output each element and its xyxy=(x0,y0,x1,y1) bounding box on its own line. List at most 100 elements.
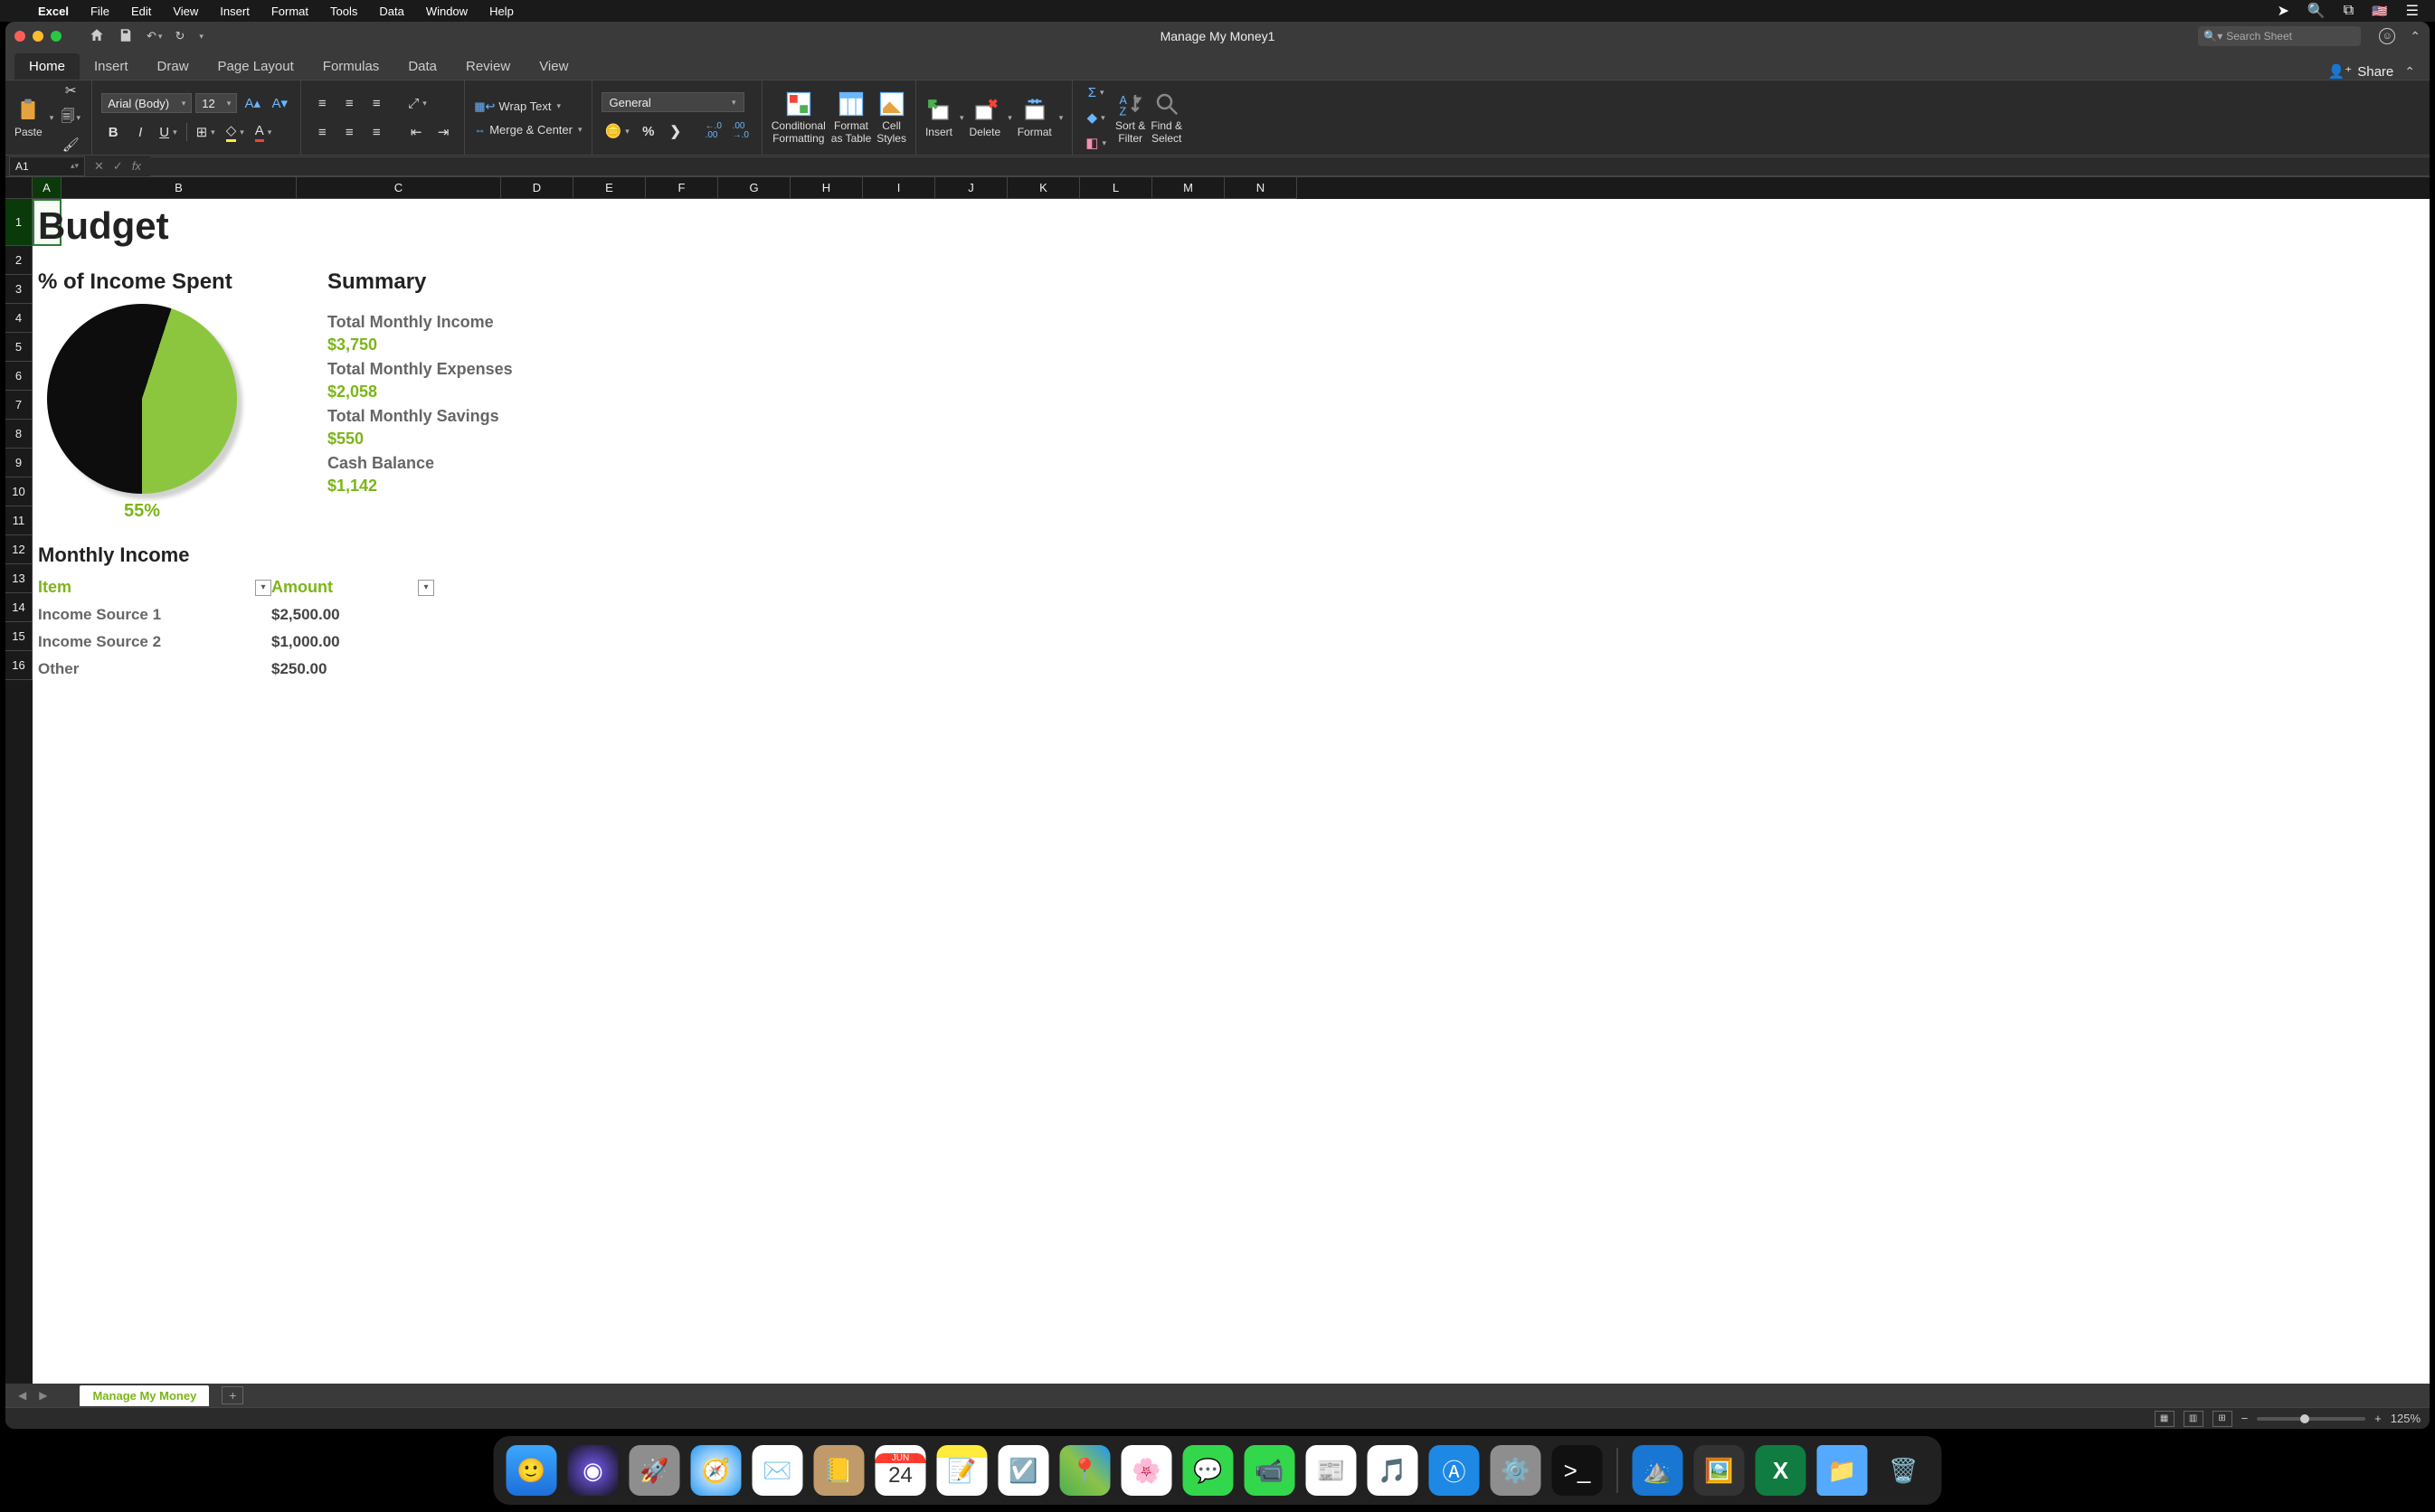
row-header-3[interactable]: 3 xyxy=(5,275,33,304)
percent-format-icon[interactable]: % xyxy=(637,119,660,143)
tab-draw[interactable]: Draw xyxy=(143,53,204,80)
column-header-E[interactable]: E xyxy=(573,177,646,199)
dock-safari-icon[interactable]: 🧭 xyxy=(691,1445,742,1496)
delete-cells-button[interactable]: Delete xyxy=(970,97,1001,138)
dock-trash-icon[interactable]: 🗑️ xyxy=(1879,1445,1929,1496)
align-middle-icon[interactable]: ≡ xyxy=(337,91,361,115)
dock-mail-icon[interactable]: ✉️ xyxy=(753,1445,803,1496)
find-select-button[interactable]: Find & Select xyxy=(1151,90,1182,145)
dock-appstore-icon[interactable]: Ⓐ xyxy=(1429,1445,1480,1496)
clear-icon[interactable]: ◧▾ xyxy=(1082,131,1110,155)
tab-data[interactable]: Data xyxy=(393,53,451,80)
dock-news-icon[interactable]: 📰 xyxy=(1306,1445,1357,1496)
column-header-J[interactable]: J xyxy=(935,177,1008,199)
align-top-icon[interactable]: ≡ xyxy=(310,91,334,115)
sheet-nav-next-icon[interactable]: ▶ xyxy=(35,1389,51,1402)
tab-view[interactable]: View xyxy=(525,53,583,80)
row-header-6[interactable]: 6 xyxy=(5,362,33,391)
format-cells-dropdown[interactable]: ▾ xyxy=(1059,113,1064,123)
copy-icon[interactable]: 🗐▾ xyxy=(59,106,82,129)
increase-indent-icon[interactable]: ⇥ xyxy=(431,120,455,144)
wrap-text-button[interactable]: ▦↩ Wrap Text▾ xyxy=(474,99,582,114)
decrease-indent-icon[interactable]: ⇤ xyxy=(404,120,428,144)
row-header-14[interactable]: 14 xyxy=(5,593,33,622)
sort-filter-button[interactable]: AZ Sort & Filter xyxy=(1115,90,1145,145)
dock-photos-icon[interactable]: 🌸 xyxy=(1122,1445,1172,1496)
row-header-11[interactable]: 11 xyxy=(5,506,33,535)
column-header-K[interactable]: K xyxy=(1008,177,1080,199)
row-header-7[interactable]: 7 xyxy=(5,391,33,420)
menu-data[interactable]: Data xyxy=(379,5,403,18)
format-cells-button[interactable]: Format xyxy=(1018,97,1052,138)
italic-button[interactable]: I xyxy=(128,120,152,144)
fill-icon[interactable]: ◆▾ xyxy=(1082,106,1110,129)
dock-excel-icon[interactable]: X xyxy=(1756,1445,1806,1496)
dock-music-icon[interactable]: 🎵 xyxy=(1368,1445,1418,1496)
column-header-M[interactable]: M xyxy=(1152,177,1225,199)
menu-tools[interactable]: Tools xyxy=(330,5,357,18)
column-header-I[interactable]: I xyxy=(863,177,935,199)
merge-center-button[interactable]: ⇔ Merge & Center▾ xyxy=(474,123,582,137)
zoom-in-button[interactable]: + xyxy=(2374,1412,2382,1425)
pie-chart[interactable] xyxy=(47,304,237,494)
add-sheet-button[interactable]: + xyxy=(222,1386,243,1404)
menubar-app[interactable]: Excel xyxy=(38,5,69,18)
sheet-tab-active[interactable]: Manage My Money xyxy=(80,1385,209,1406)
view-page-layout-icon[interactable]: ▥ xyxy=(2184,1411,2203,1427)
tab-review[interactable]: Review xyxy=(451,53,525,80)
formula-input[interactable] xyxy=(150,156,2430,176)
column-header-A[interactable]: A xyxy=(33,177,62,199)
dock-pinned-app-icon[interactable]: ⛰️ xyxy=(1633,1445,1683,1496)
paste-button[interactable]: Paste xyxy=(14,97,43,138)
dock-finder-icon[interactable]: 🙂 xyxy=(507,1445,557,1496)
tab-insert[interactable]: Insert xyxy=(80,53,143,80)
menu-window[interactable]: Window xyxy=(426,5,468,18)
align-right-icon[interactable]: ≡ xyxy=(365,120,388,144)
column-header-F[interactable]: F xyxy=(646,177,718,199)
column-header-C[interactable]: C xyxy=(297,177,501,199)
underline-button[interactable]: U▾ xyxy=(156,120,180,144)
row-header-16[interactable]: 16 xyxy=(5,651,33,680)
menu-format[interactable]: Format xyxy=(271,5,308,18)
decrease-font-icon[interactable]: A▾ xyxy=(268,91,291,115)
autosum-icon[interactable]: Σ▾ xyxy=(1082,80,1110,104)
zoom-slider[interactable] xyxy=(2257,1417,2365,1421)
sheet-nav-prev-icon[interactable]: ◀ xyxy=(14,1389,30,1402)
dock-facetime-icon[interactable]: 📹 xyxy=(1245,1445,1295,1496)
cells-viewport[interactable]: Budget % of Income Spent 55% xyxy=(33,199,2430,1384)
dock-reminders-icon[interactable]: ☑️ xyxy=(999,1445,1049,1496)
window-zoom-button[interactable] xyxy=(51,31,62,42)
column-header-H[interactable]: H xyxy=(791,177,863,199)
home-icon[interactable] xyxy=(89,27,105,46)
row-header-13[interactable]: 13 xyxy=(5,564,33,593)
increase-font-icon[interactable]: A▴ xyxy=(241,91,264,115)
search-sheet-input[interactable]: 🔍▾ Search Sheet xyxy=(2198,26,2361,46)
name-box[interactable]: A1▴▾ xyxy=(9,156,85,176)
qat-customize-icon[interactable]: ▾ xyxy=(199,32,204,42)
tab-page-layout[interactable]: Page Layout xyxy=(204,53,308,80)
row-header-8[interactable]: 8 xyxy=(5,420,33,449)
dock-calendar-icon[interactable]: JUN 24 xyxy=(876,1445,926,1496)
fx-icon[interactable]: fx xyxy=(132,159,141,173)
column-header-L[interactable]: L xyxy=(1080,177,1152,199)
feedback-smiley-icon[interactable]: ☺ xyxy=(2379,28,2395,44)
row-header-1[interactable]: 1 xyxy=(5,199,33,246)
conditional-formatting-button[interactable]: Conditional Formatting xyxy=(772,90,826,145)
dock-launchpad-icon[interactable]: 🚀 xyxy=(630,1445,680,1496)
filter-amount-icon[interactable]: ▾ xyxy=(418,580,434,596)
number-format-select[interactable]: General▾ xyxy=(602,92,744,112)
screen-mirroring-icon[interactable]: ⧉ xyxy=(2344,3,2354,19)
column-header-B[interactable]: B xyxy=(62,177,297,199)
undo-icon[interactable]: ↶▾ xyxy=(147,29,162,43)
dock-notes-icon[interactable]: 📝 xyxy=(937,1445,988,1496)
font-name-select[interactable]: Arial (Body)▾ xyxy=(101,93,192,113)
spotlight-icon[interactable]: 🔍 xyxy=(2307,2,2326,20)
font-size-select[interactable]: 12▾ xyxy=(195,93,237,113)
tab-home[interactable]: Home xyxy=(14,53,80,80)
align-center-icon[interactable]: ≡ xyxy=(337,120,361,144)
orientation-icon[interactable]: ⤢▾ xyxy=(404,91,431,115)
cut-icon[interactable]: ✂ xyxy=(59,79,82,102)
redo-icon[interactable]: ↻ xyxy=(175,29,185,43)
menu-view[interactable]: View xyxy=(173,5,198,18)
align-bottom-icon[interactable]: ≡ xyxy=(365,91,388,115)
